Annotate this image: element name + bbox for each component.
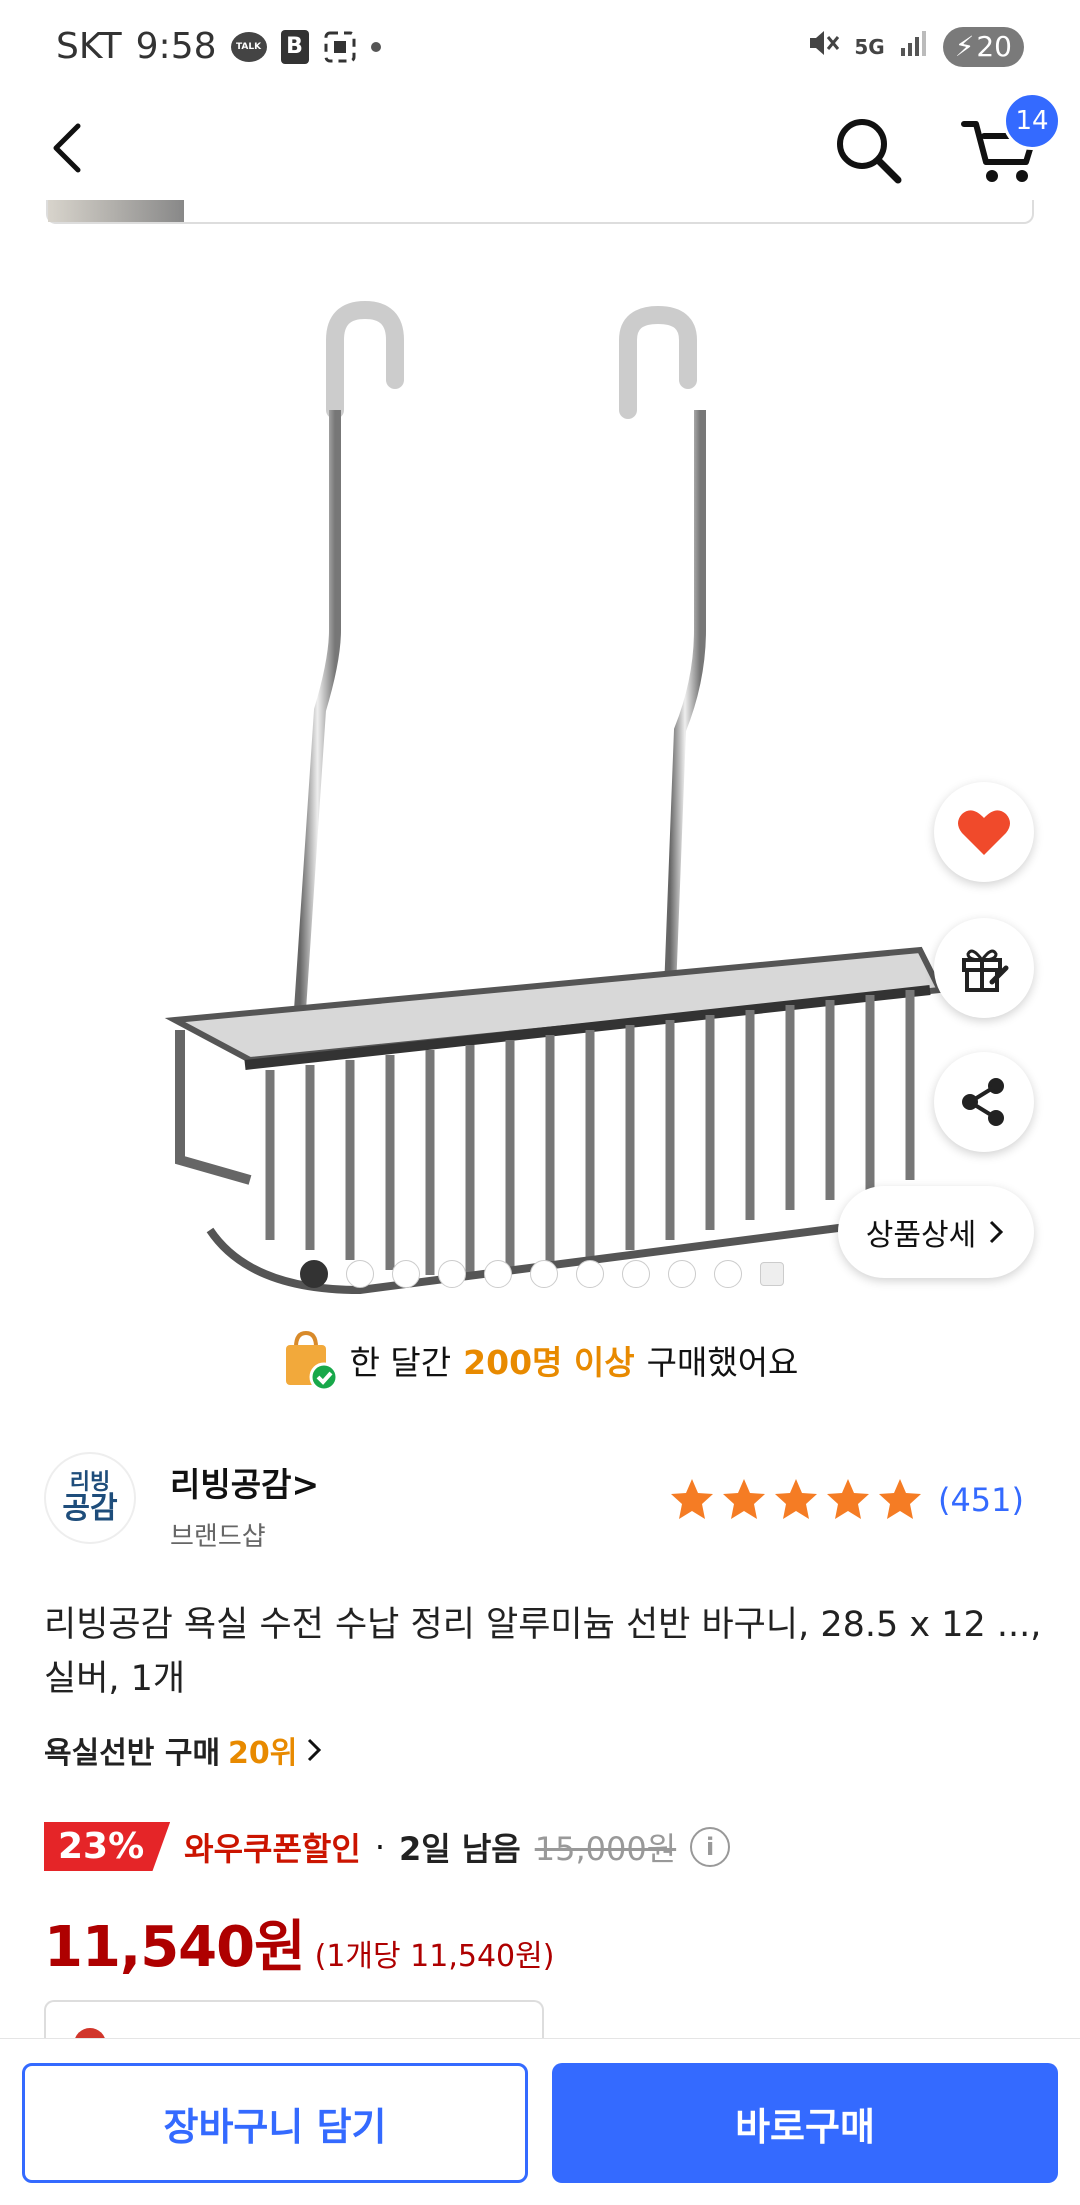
carousel-dot[interactable] [392, 1260, 420, 1288]
kakaotalk-icon: TALK [230, 31, 267, 62]
search-button[interactable] [828, 110, 908, 190]
original-price: 15,000원 [534, 1829, 677, 1868]
notice-highlight: 200명 이상 [463, 1343, 635, 1382]
price-row: 11,540원 (1개당 11,540원) [44, 1902, 554, 1983]
rating[interactable]: (451) [668, 1476, 1024, 1524]
seller-logo[interactable]: 리빙 공감 [44, 1452, 136, 1544]
discount-row: 23% 와우쿠폰할인 · 2일 남음 15,000원 i [44, 1822, 731, 1871]
share-button[interactable] [934, 1052, 1034, 1152]
shopping-bag-check-icon [282, 1329, 339, 1392]
coupon-label: 와우쿠폰할인 [184, 1829, 361, 1868]
share-icon [962, 1078, 1004, 1126]
sticky-thumbnail [48, 200, 184, 222]
carousel-dot[interactable] [714, 1260, 742, 1288]
signal-icon [899, 28, 929, 65]
seller-type: 브랜드샵 [170, 1522, 266, 1552]
carousel-more-icon[interactable] [760, 1262, 784, 1286]
review-count: (451) [937, 1481, 1024, 1519]
separator: · [374, 1827, 385, 1866]
carousel-dot[interactable] [530, 1260, 558, 1288]
notice-suffix: 구매했어요 [646, 1343, 799, 1382]
buy-now-button[interactable]: 바로구매 [552, 2063, 1058, 2183]
b-app-icon: B [280, 29, 309, 64]
back-button[interactable] [40, 118, 100, 178]
notification-dot-icon [370, 41, 381, 52]
discount-badge: 23% [44, 1822, 171, 1871]
star-icon [670, 1479, 713, 1519]
category-rank-link[interactable]: 욕실선반 구매 20위 [44, 1728, 323, 1772]
seller-logo-line2: 공감 [62, 1491, 118, 1526]
cart-count-badge: 14 [1003, 92, 1061, 150]
network-label: 5G [854, 34, 885, 59]
chevron-left-icon [53, 123, 81, 173]
star-icon [774, 1479, 817, 1519]
carousel-dot[interactable] [484, 1260, 512, 1288]
final-price: 11,540원 [44, 1915, 306, 1980]
add-to-cart-button[interactable]: 장바구니 담기 [22, 2063, 528, 2183]
status-right: 5G ⚡ 20 [806, 26, 1024, 67]
carousel-dot[interactable] [438, 1260, 466, 1288]
carousel-indicator [300, 1260, 784, 1288]
star-icon [826, 1479, 869, 1519]
product-detail-button[interactable]: 상품상세 [838, 1186, 1034, 1278]
chevron-right-icon: > [291, 1465, 320, 1504]
app-header [0, 100, 1080, 200]
category-rank-label: 욕실선반 구매 [44, 1736, 221, 1771]
carousel-dot[interactable] [300, 1260, 328, 1288]
star-icon [878, 1479, 921, 1519]
notice-prefix: 한 달간 [349, 1343, 452, 1382]
seller-name: 리빙공감 [170, 1465, 292, 1504]
screenshot-icon [323, 30, 357, 64]
charging-icon: ⚡ [954, 30, 975, 63]
sticky-thumbnail-strip [46, 200, 1034, 224]
info-icon[interactable]: i [690, 1826, 731, 1867]
chevron-right-icon [308, 1738, 322, 1762]
star-icon [722, 1479, 765, 1519]
purchase-notice: 한 달간 200명 이상 구매했어요 [0, 1320, 1080, 1400]
seller-name-link[interactable]: 리빙공감> [170, 1458, 319, 1506]
carousel-dot[interactable] [346, 1260, 374, 1288]
unit-price: (1개당 11,540원) [314, 1939, 555, 1974]
shower-basket-image [164, 300, 945, 1295]
product-detail-label: 상품상세 [865, 1218, 977, 1253]
status-bar: SKT 9:58 TALK B 5G ⚡ 20 [0, 0, 1080, 100]
carousel-dot[interactable] [576, 1260, 604, 1288]
gift-button[interactable] [934, 918, 1034, 1018]
carrier: SKT [56, 26, 122, 67]
heart-icon [958, 810, 1010, 855]
status-left: SKT 9:58 TALK B [56, 26, 381, 67]
product-image[interactable] [0, 230, 1080, 1310]
carousel-dot[interactable] [622, 1260, 650, 1288]
category-rank-value: 20위 [228, 1736, 298, 1771]
battery-indicator: ⚡ 20 [942, 26, 1024, 67]
carousel-dot[interactable] [668, 1260, 696, 1288]
time: 9:58 [135, 26, 217, 67]
bottom-action-bar: 장바구니 담기 바로구매 [0, 2038, 1080, 2205]
battery-level: 20 [976, 30, 1012, 63]
gift-icon [962, 949, 1009, 992]
search-icon [837, 119, 902, 184]
wishlist-button[interactable] [934, 782, 1034, 882]
product-title: 리빙공감 욕실 수전 수납 정리 알루미늄 선반 바구니, 28.5 x 12 … [44, 1605, 1042, 1699]
chevron-right-icon [990, 1220, 1004, 1244]
time-left: 2일 남음 [398, 1829, 521, 1868]
mute-icon [806, 26, 840, 67]
